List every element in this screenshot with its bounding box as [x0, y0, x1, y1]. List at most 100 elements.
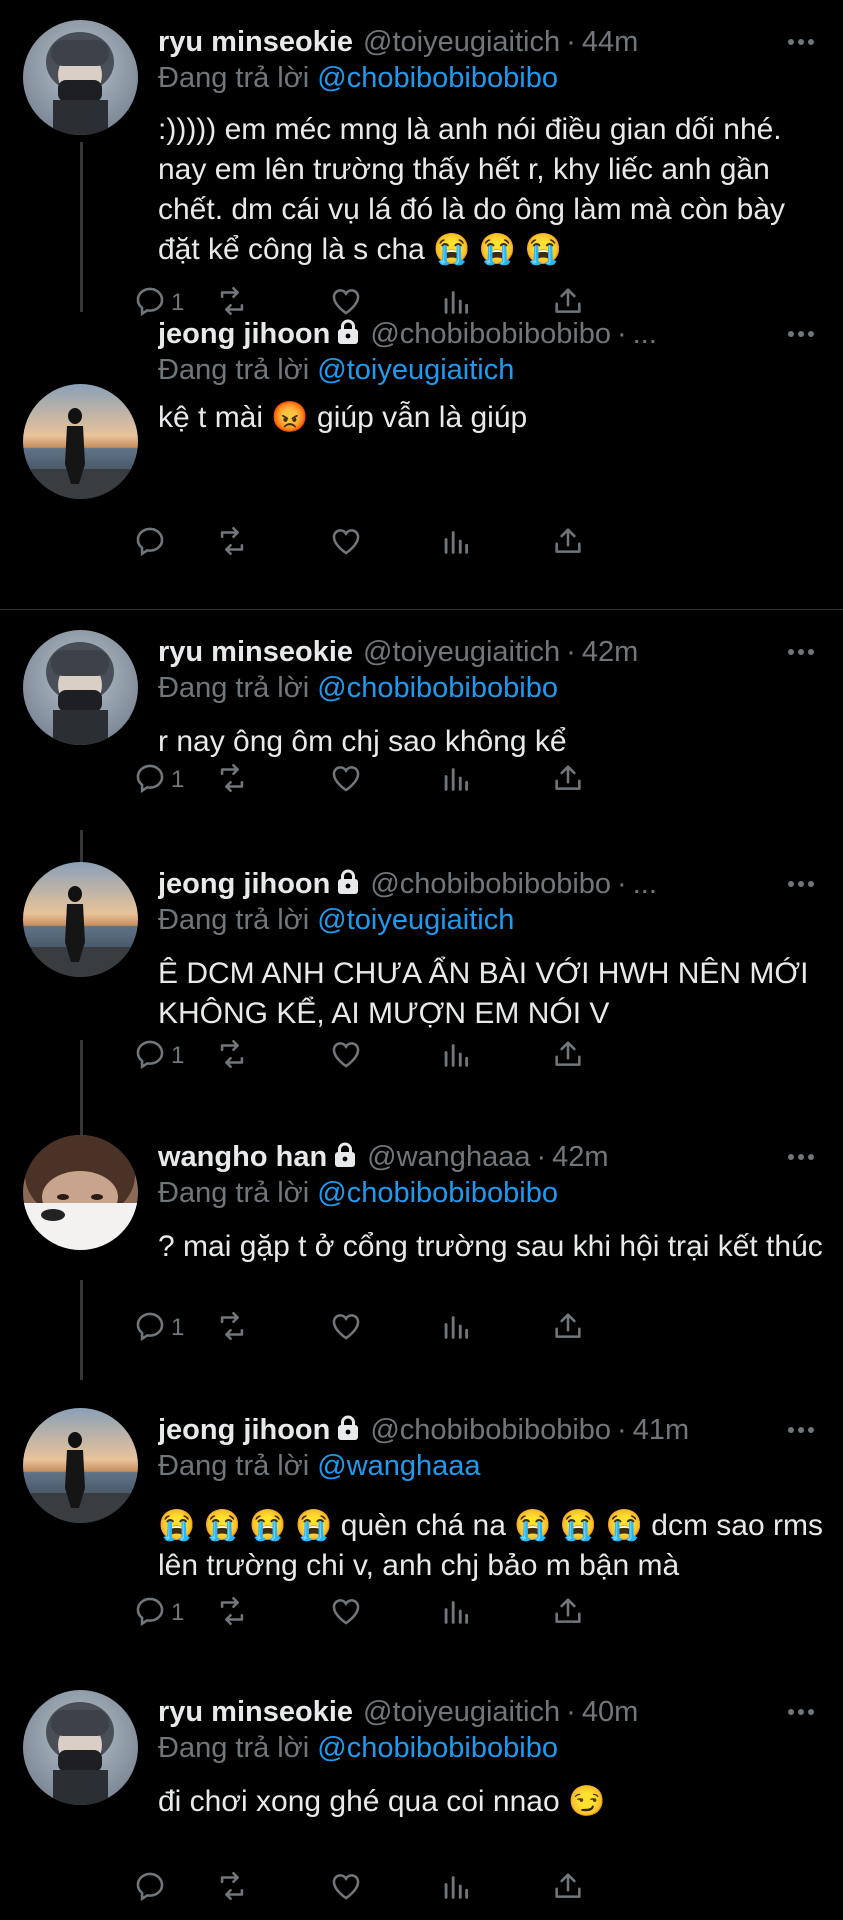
- avatar[interactable]: [23, 20, 138, 135]
- user-handle[interactable]: @toiyeugiaitich: [363, 636, 560, 669]
- reply-button[interactable]: [133, 521, 171, 565]
- mention-link[interactable]: @toiyeugiaitich: [317, 904, 514, 936]
- analytics-icon: [439, 1869, 473, 1908]
- analytics-button[interactable]: [439, 1866, 473, 1910]
- mention-link[interactable]: @toiyeugiaitich: [317, 354, 514, 386]
- analytics-button[interactable]: [439, 1034, 473, 1078]
- user-handle[interactable]: @wanghaaa: [367, 1141, 530, 1174]
- analytics-button[interactable]: [439, 758, 473, 802]
- mention-link[interactable]: @chobibobibobibo: [317, 1177, 558, 1209]
- timestamp[interactable]: ...: [633, 868, 657, 901]
- retweet-button[interactable]: [215, 521, 249, 565]
- timestamp[interactable]: 42m: [582, 636, 638, 669]
- lock-icon: [336, 869, 360, 900]
- share-button[interactable]: [551, 521, 585, 565]
- like-icon: [329, 1869, 363, 1908]
- avatar[interactable]: [23, 862, 138, 977]
- retweet-button[interactable]: [215, 1306, 249, 1350]
- more-icon[interactable]: [781, 1410, 821, 1450]
- share-button[interactable]: [551, 758, 585, 802]
- more-icon[interactable]: [781, 632, 821, 672]
- analytics-icon: [439, 1037, 473, 1076]
- display-name[interactable]: ryu minseokie: [158, 636, 353, 669]
- share-button[interactable]: [551, 1306, 585, 1350]
- reply-button[interactable]: 1: [133, 1034, 184, 1078]
- share-button[interactable]: [551, 1591, 585, 1635]
- replying-to: Đang trả lời @chobibobibobibo: [158, 62, 558, 95]
- timestamp[interactable]: 41m: [633, 1414, 689, 1447]
- reply-button[interactable]: 1: [133, 1306, 184, 1350]
- like-icon: [329, 761, 363, 800]
- more-icon[interactable]: [781, 314, 821, 354]
- share-icon: [551, 761, 585, 800]
- reply-count: 1: [171, 1314, 185, 1341]
- display-name[interactable]: ryu minseokie: [158, 1696, 353, 1729]
- tweet-header: jeong jihoon @chobibobibobibo ·...: [158, 862, 823, 906]
- display-name[interactable]: wangho han: [158, 1141, 327, 1174]
- avatar[interactable]: [23, 1408, 138, 1523]
- replying-to-label: Đang trả lời: [158, 672, 310, 704]
- analytics-button[interactable]: [439, 521, 473, 565]
- replying-to-label: Đang trả lời: [158, 354, 310, 386]
- tweet-text: 😭 😭 😭 😭 quèn chá na 😭 😭 😭 dcm sao rms lê…: [158, 1509, 823, 1582]
- mention-link[interactable]: @wanghaaa: [317, 1450, 480, 1482]
- like-button[interactable]: [329, 1866, 363, 1910]
- display-name[interactable]: jeong jihoon: [158, 318, 330, 351]
- like-button[interactable]: [329, 1034, 363, 1078]
- tweet-text: kệ t mài 😡 giúp vẫn là giúp: [158, 401, 528, 434]
- user-handle[interactable]: @toiyeugiaitich: [363, 26, 560, 59]
- retweet-button[interactable]: [215, 1034, 249, 1078]
- timestamp[interactable]: ...: [633, 318, 657, 351]
- timestamp[interactable]: 44m: [582, 26, 638, 59]
- avatar[interactable]: [23, 1690, 138, 1805]
- thread-line: [80, 142, 83, 312]
- share-button[interactable]: [551, 1866, 585, 1910]
- more-icon[interactable]: [781, 22, 821, 62]
- retweet-button[interactable]: [215, 1866, 249, 1910]
- replying-to-label: Đang trả lời: [158, 904, 310, 936]
- timestamp[interactable]: 40m: [582, 1696, 638, 1729]
- analytics-button[interactable]: [439, 1591, 473, 1635]
- reply-count: 1: [171, 1599, 185, 1626]
- user-handle[interactable]: @toiyeugiaitich: [363, 1696, 560, 1729]
- like-button[interactable]: [329, 758, 363, 802]
- analytics-button[interactable]: [439, 1306, 473, 1350]
- share-icon: [551, 1869, 585, 1908]
- retweet-button[interactable]: [215, 758, 249, 802]
- mention-link[interactable]: @chobibobibobibo: [317, 62, 558, 94]
- more-icon[interactable]: [781, 1692, 821, 1732]
- like-icon: [329, 524, 363, 563]
- avatar[interactable]: [23, 1135, 138, 1250]
- retweet-button[interactable]: [215, 1591, 249, 1635]
- more-icon[interactable]: [781, 1137, 821, 1177]
- display-name[interactable]: ryu minseokie: [158, 26, 353, 59]
- share-icon: [551, 524, 585, 563]
- mention-link[interactable]: @chobibobibobibo: [317, 1732, 558, 1764]
- avatar[interactable]: [23, 630, 138, 745]
- like-button[interactable]: [329, 521, 363, 565]
- mention-link[interactable]: @chobibobibobibo: [317, 672, 558, 704]
- tweet-text: :))))) em méc mng là anh nói điều gian d…: [158, 113, 786, 266]
- user-handle[interactable]: @chobibobibobibo: [370, 1414, 611, 1447]
- like-button[interactable]: [329, 1591, 363, 1635]
- reply-button[interactable]: [133, 1866, 171, 1910]
- display-name[interactable]: jeong jihoon: [158, 868, 330, 901]
- tweet-header: jeong jihoon @chobibobibobibo ·...: [158, 312, 823, 356]
- like-button[interactable]: [329, 1306, 363, 1350]
- reply-button[interactable]: 1: [133, 1591, 184, 1635]
- reply-icon: [133, 761, 167, 800]
- more-icon[interactable]: [781, 864, 821, 904]
- replying-to-label: Đang trả lời: [158, 1177, 310, 1209]
- user-handle[interactable]: @chobibobibobibo: [370, 318, 611, 351]
- tweet-text: r nay ông ôm chj sao không kể: [158, 725, 567, 758]
- avatar[interactable]: [23, 384, 138, 499]
- timestamp[interactable]: 42m: [552, 1141, 608, 1174]
- retweet-icon: [215, 1309, 249, 1348]
- user-handle[interactable]: @chobibobibobibo: [370, 868, 611, 901]
- display-name[interactable]: jeong jihoon: [158, 1414, 330, 1447]
- share-button[interactable]: [551, 1034, 585, 1078]
- like-icon: [329, 1037, 363, 1076]
- tweet-text: ? mai gặp t ở cổng trường sau khi hội tr…: [158, 1230, 823, 1263]
- separator-dot: ·: [536, 1140, 547, 1173]
- reply-button[interactable]: 1: [133, 758, 184, 802]
